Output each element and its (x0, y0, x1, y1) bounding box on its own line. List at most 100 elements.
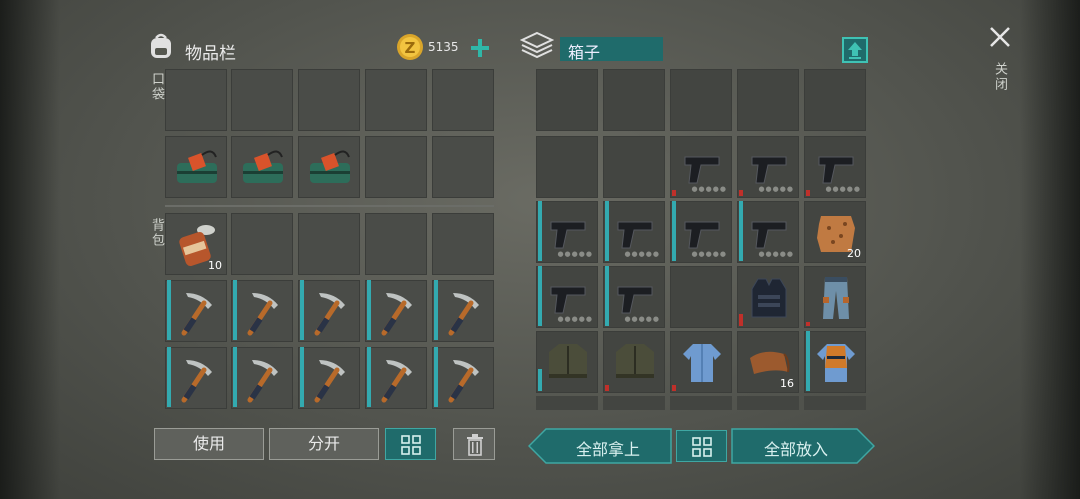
inventory-title: 物品栏 (185, 44, 236, 64)
backpack-slot[interactable] (298, 280, 360, 342)
item-quantity: 10 (208, 259, 222, 272)
durability-bar (739, 190, 743, 196)
box-slot[interactable] (603, 331, 665, 393)
pocket-slot[interactable] (165, 136, 227, 198)
jacket-icon (549, 344, 587, 378)
pocket-slot[interactable] (231, 69, 293, 131)
box-slot[interactable]: ●●●●● (603, 266, 665, 328)
pocket-slot[interactable] (298, 136, 360, 198)
box-slot[interactable]: ●●●●● (804, 136, 866, 198)
ammo-dots: ●●●●● (758, 250, 794, 258)
pocket-slot[interactable] (231, 136, 293, 198)
ammo-dots: ●●●●● (758, 185, 794, 193)
durability-bar (672, 385, 676, 391)
box-slot[interactable]: 16 (737, 331, 799, 393)
durability-bar (806, 331, 810, 391)
box-slot[interactable] (804, 69, 866, 131)
box-slot[interactable] (670, 331, 732, 393)
durability-bar (739, 314, 743, 326)
backpack-slot[interactable] (365, 347, 427, 409)
durability-bar (367, 280, 371, 340)
pickaxe-icon (448, 360, 479, 403)
backpack-slot[interactable] (165, 347, 227, 409)
box-slot[interactable]: 20 (804, 201, 866, 263)
box-title-bar: 箱子 (560, 37, 663, 62)
box-slot[interactable]: ●●●●● (603, 201, 665, 263)
put-all-label[interactable]: 全部放入 (736, 436, 856, 460)
use-button[interactable]: 使用 (154, 428, 264, 460)
pocket-slot[interactable] (298, 69, 360, 131)
explosive-icon (310, 150, 350, 183)
backpack-slot[interactable] (432, 347, 494, 409)
shirt-icon (683, 344, 721, 382)
box-slot[interactable] (804, 331, 866, 393)
box-slot[interactable]: ●●●●● (737, 136, 799, 198)
durability-bar (434, 280, 438, 340)
close-label[interactable]: 关闭 (990, 62, 1009, 92)
backpack-slot[interactable] (298, 347, 360, 409)
armor-vest-icon (751, 278, 787, 318)
take-all-label[interactable]: 全部拿上 (548, 436, 668, 460)
trash-button[interactable] (453, 428, 495, 460)
backpack-slot[interactable] (165, 280, 227, 342)
ammo-dots: ●●●●● (624, 250, 660, 258)
pants-icon (823, 277, 849, 319)
box-title: 箱子 (568, 43, 601, 62)
grid-view-button-left[interactable] (385, 428, 436, 460)
backpack-slot[interactable] (231, 280, 293, 342)
item-quantity: 16 (780, 377, 794, 390)
durability-bar (233, 280, 237, 340)
backpack-slot[interactable] (231, 213, 293, 275)
pocket-slot[interactable] (365, 69, 427, 131)
durability-bar (367, 347, 371, 407)
coin-icon: Z (397, 34, 423, 60)
box-slot[interactable]: ●●●●● (670, 201, 732, 263)
backpack-slot[interactable] (231, 347, 293, 409)
pickaxe-icon (314, 293, 345, 336)
durability-bar (672, 190, 676, 196)
box-slot[interactable] (670, 69, 732, 131)
box-slot[interactable] (804, 266, 866, 328)
pocket-slot[interactable] (432, 136, 494, 198)
pickaxe-icon (448, 293, 479, 336)
backpack-slot[interactable] (432, 280, 494, 342)
pickaxe-icon (247, 293, 278, 336)
add-coins-icon[interactable] (470, 38, 490, 58)
orange-vest-icon (817, 344, 855, 382)
box-slot[interactable] (737, 69, 799, 131)
backpack-slot[interactable]: 10 (165, 213, 227, 275)
durability-bar (538, 266, 542, 326)
pocket-slot[interactable] (365, 136, 427, 198)
jacket-icon (616, 344, 654, 378)
close-icon[interactable] (988, 25, 1012, 49)
pocket-slot[interactable] (432, 69, 494, 131)
grid-icon (692, 437, 712, 457)
backpack-slot[interactable] (298, 213, 360, 275)
durability-bar (739, 201, 743, 261)
upload-icon[interactable] (842, 37, 868, 63)
backpack-slot[interactable] (365, 280, 427, 342)
pocket-slot[interactable] (165, 69, 227, 131)
box-slot[interactable] (737, 266, 799, 328)
box-slot[interactable]: ●●●●● (536, 201, 598, 263)
grid-view-button-right[interactable] (676, 430, 727, 462)
backpack-slot[interactable] (365, 213, 427, 275)
box-slot[interactable] (536, 136, 598, 198)
box-slot[interactable] (603, 136, 665, 198)
explosive-icon (243, 150, 283, 183)
box-slot[interactable] (536, 331, 598, 393)
box-slot[interactable]: ●●●●● (536, 266, 598, 328)
backpack-slot[interactable] (432, 213, 494, 275)
ammo-dots: ●●●●● (825, 185, 861, 193)
box-slot[interactable] (603, 69, 665, 131)
durability-bar (605, 385, 609, 391)
ammo-dots: ●●●●● (557, 250, 593, 258)
box-slot[interactable] (536, 69, 598, 131)
pickaxe-icon (181, 293, 212, 336)
box-slot[interactable] (670, 266, 732, 328)
split-button[interactable]: 分开 (269, 428, 379, 460)
box-slot[interactable]: ●●●●● (737, 201, 799, 263)
ammo-dots: ●●●●● (557, 315, 593, 323)
box-slot[interactable]: ●●●●● (670, 136, 732, 198)
explosive-icon (177, 150, 217, 183)
